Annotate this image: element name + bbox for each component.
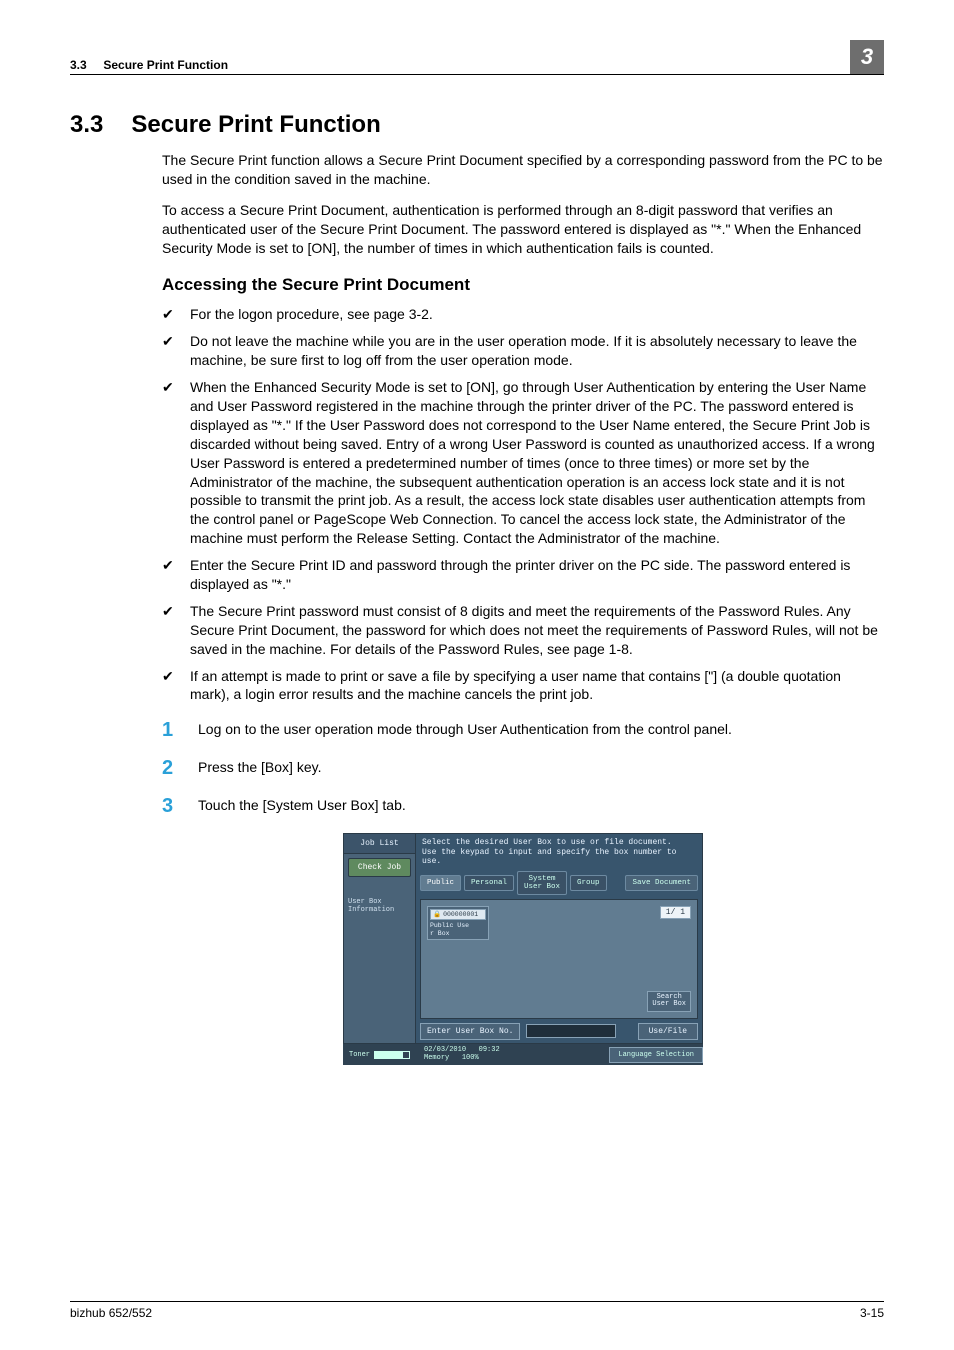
status-time: 09:32	[479, 1046, 500, 1054]
checklist-item: Enter the Secure Print ID and password t…	[162, 556, 884, 594]
tab-group[interactable]: Group	[570, 875, 607, 891]
userbox-item[interactable]: 🔒 000000001 Public Use r Box	[427, 906, 489, 940]
sidebar-checkjob-button[interactable]: Check Job	[348, 858, 411, 877]
tab-personal[interactable]: Personal	[464, 875, 514, 891]
checklist: For the logon procedure, see page 3-2. D…	[162, 305, 884, 704]
enter-userbox-label: Enter User Box No.	[420, 1023, 520, 1040]
page-indicator: 1/ 1	[660, 906, 691, 919]
header-section-title: Secure Print Function	[103, 58, 228, 72]
userbox-number-input[interactable]	[526, 1024, 616, 1038]
chapter-badge: 3	[850, 40, 884, 74]
save-document-button[interactable]: Save Document	[625, 875, 698, 891]
status-memory-value: 100%	[462, 1054, 479, 1062]
checklist-item: Do not leave the machine while you are i…	[162, 332, 884, 370]
status-memory-label: Memory	[424, 1054, 449, 1062]
title-number: 3.3	[70, 111, 103, 139]
step-item: Press the [Box] key.	[162, 758, 884, 778]
tab-system-user-box[interactable]: System User Box	[517, 871, 567, 895]
userbox-number: 000000001	[443, 911, 478, 918]
tab-public[interactable]: Public	[420, 875, 461, 891]
header-section-no: 3.3	[70, 58, 87, 72]
page-footer: bizhub 652/552 3-15	[70, 1301, 884, 1320]
intro-para-1: The Secure Print function allows a Secur…	[162, 151, 884, 189]
intro-para-2: To access a Secure Print Document, authe…	[162, 201, 884, 258]
footer-product: bizhub 652/552	[70, 1306, 152, 1320]
userbox-area: 🔒 000000001 Public Use r Box 1/ 1 Search…	[420, 899, 698, 1019]
page-title: 3.3 Secure Print Function	[70, 111, 884, 139]
sidebar-joblist[interactable]: Job List	[344, 834, 415, 854]
page-header: 3.3 Secure Print Function 3	[70, 40, 884, 75]
title-text: Secure Print Function	[131, 111, 380, 139]
device-screenshot: Job List Check Job User Box Information …	[343, 833, 703, 1065]
checklist-item: When the Enhanced Security Mode is set t…	[162, 378, 884, 548]
checklist-item: For the logon procedure, see page 3-2.	[162, 305, 884, 324]
checklist-item: The Secure Print password must consist o…	[162, 602, 884, 659]
search-userbox-button[interactable]: Search User Box	[647, 991, 691, 1012]
sidebar-info: User Box Information	[348, 899, 411, 914]
status-bar: Toner 02/03/2010 09:32 Memory 100% Langu…	[343, 1044, 703, 1065]
footer-page: 3-15	[860, 1306, 884, 1320]
step-item: Touch the [System User Box] tab.	[162, 796, 884, 816]
language-selection-button[interactable]: Language Selection	[609, 1047, 703, 1063]
instruction-text: Select the desired User Box to use or fi…	[416, 834, 702, 871]
checklist-item: If an attempt is made to print or save a…	[162, 667, 884, 705]
toner-label: Toner	[349, 1051, 370, 1059]
step-item: Log on to the user operation mode throug…	[162, 720, 884, 740]
userbox-name: Public Use r Box	[430, 922, 486, 937]
step-list: Log on to the user operation mode throug…	[162, 720, 884, 815]
subheading: Accessing the Secure Print Document	[162, 275, 884, 295]
lock-icon: 🔒	[433, 911, 441, 918]
toner-gauge	[374, 1051, 410, 1059]
use-file-button[interactable]: Use/File	[638, 1023, 698, 1040]
